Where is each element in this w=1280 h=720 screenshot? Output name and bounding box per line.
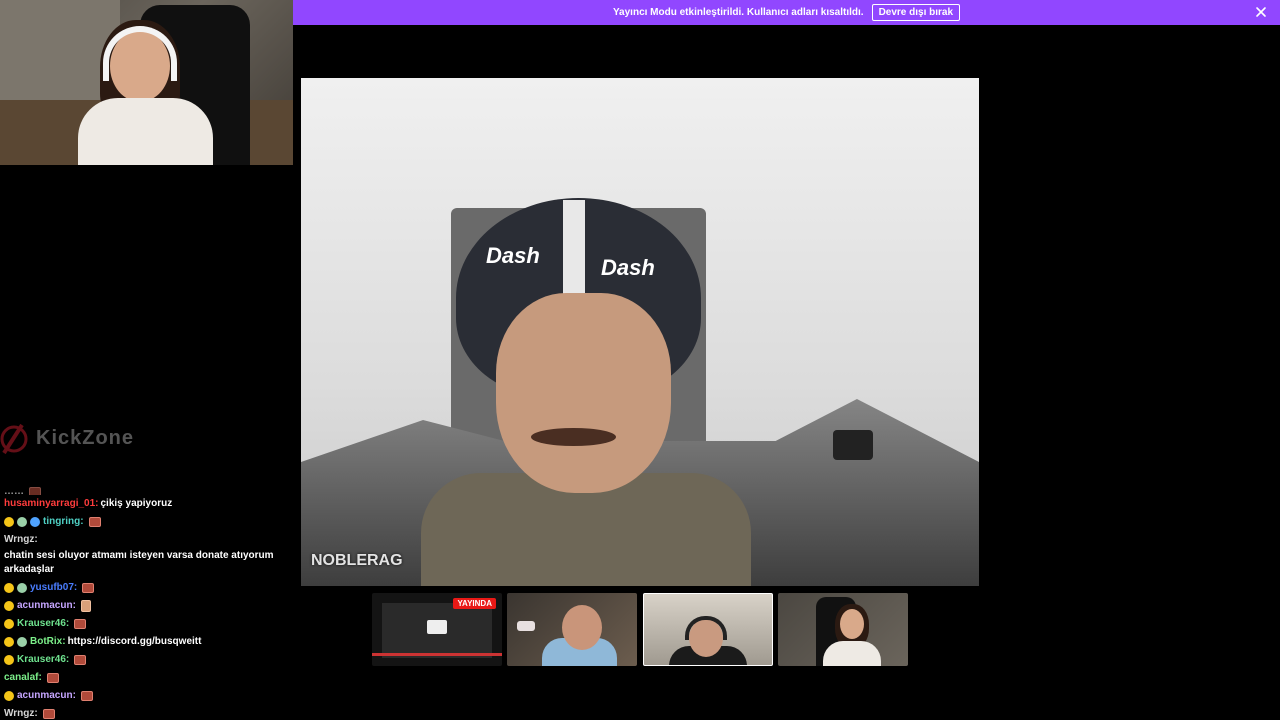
chat-emote-icon [74, 655, 87, 665]
banner-message: Yayıncı Modu etkinleştirildi. Kullanıcı … [612, 7, 864, 18]
chat-message: Wrngz: chatin sesi oluyor atmamı isteyen … [0, 531, 293, 579]
chat-emote-icon [46, 673, 59, 683]
chat-username[interactable]: Krauser46: [17, 653, 69, 667]
chat-badge-icon [4, 601, 14, 611]
squad-stream-thumbnail-3[interactable] [643, 593, 773, 666]
sponsor-logo: KickZone [0, 418, 190, 458]
thumbnail-bar [372, 653, 502, 656]
chat-message: tingring: [0, 513, 293, 531]
chat-message: acunmacun: [0, 687, 293, 705]
chat-message-text: chatin sesi oluyor atmamı isteyen varsa … [4, 550, 274, 575]
helmet-logo-right: Dash [601, 255, 655, 280]
streamer-face [562, 605, 602, 650]
streamer-body [823, 641, 881, 666]
chat-username[interactable]: BotRix: [30, 635, 66, 649]
chat-badge-icon [30, 517, 40, 527]
chat-username[interactable]: canalaf: [4, 671, 42, 685]
chat-username[interactable]: tingring: [43, 515, 84, 529]
chat-message-text: çikiş yapiyoruz [100, 498, 173, 509]
pilot-mustache [531, 428, 616, 446]
disable-streamer-mode-button[interactable]: Devre dışı bırak [871, 4, 961, 21]
main-video-player[interactable]: Dash Dash NOBLERAG [301, 78, 979, 586]
microphone-icon [517, 621, 535, 631]
chat-message: BotRix: https://discord.gg/busqweitt [0, 633, 293, 651]
chat-message: Krauser46: [0, 651, 293, 669]
chat-message: Krauser46: [0, 615, 293, 633]
chat-username[interactable]: acunmacun: [17, 599, 76, 613]
chat-username[interactable]: Wrngz: [4, 533, 38, 547]
chat-emote-icon [82, 583, 95, 593]
close-icon[interactable] [1254, 5, 1268, 19]
chat-username[interactable]: Krauser46: [17, 617, 69, 631]
chat-username[interactable]: acunmacun: [17, 689, 76, 703]
chat-username[interactable]: Wrngz: [4, 707, 38, 720]
chat-emote-icon [80, 600, 91, 612]
chat-badge-icon [4, 691, 14, 701]
chat-message: acunmacun: [0, 597, 293, 615]
chat-emote-icon [42, 709, 55, 719]
chat-badge-icon [4, 637, 14, 647]
chat-badge-icon [4, 517, 14, 527]
chat-badge-icon [17, 583, 27, 593]
chat-message: …… [0, 483, 293, 495]
streamer-webcam [0, 0, 293, 165]
headset-icon [685, 616, 727, 640]
chat-message: yusufb07: [0, 579, 293, 597]
chat-emote-icon [74, 619, 87, 629]
squad-stream-thumbnail-4[interactable] [778, 593, 908, 666]
streamer-mode-banner: Yayıncı Modu etkinleştirildi. Kullanıcı … [293, 0, 1280, 25]
live-badge: YAYINDA [453, 598, 496, 609]
chat-emote-icon [88, 517, 101, 527]
helmet-logo-left: Dash [486, 243, 540, 268]
chat-badge-icon [4, 619, 14, 629]
chat-badge-icon [4, 583, 14, 593]
chat-emote-icon [80, 691, 93, 701]
squad-stream-thumbnail-2[interactable] [507, 593, 637, 666]
chat-username[interactable]: yusufb07: [30, 581, 77, 595]
chat-message: husaminyarragi_01: çikiş yapiyoruz [0, 495, 293, 513]
chat-badge-icon [17, 637, 27, 647]
pilot-face [496, 293, 671, 493]
chat-username[interactable]: …… [4, 485, 24, 495]
chat-overlay: …… husaminyarragi_01: çikiş yapiyoruz tingr… [0, 483, 293, 720]
chat-message: Wrngz: [0, 705, 293, 720]
chat-username[interactable]: husaminyarragi_01: [4, 497, 99, 511]
thumbnail-window [427, 620, 447, 634]
action-camera [833, 430, 873, 460]
sponsor-text: KickZone [36, 426, 135, 449]
squad-stream-thumbnail-1[interactable]: YAYINDA [372, 593, 502, 666]
streamer-face [840, 609, 864, 639]
sponsor-logo-icon [0, 423, 28, 455]
chat-badge-icon [17, 517, 27, 527]
chat-badge-icon [4, 655, 14, 665]
chat-message: canalaf: [0, 669, 293, 687]
chat-message-text: https://discord.gg/busqweitt [67, 636, 202, 647]
chat-emote-icon [29, 487, 41, 495]
video-watermark: NOBLERAG [311, 552, 403, 569]
streamer-body [78, 98, 213, 165]
helmet-stripe [563, 200, 585, 300]
